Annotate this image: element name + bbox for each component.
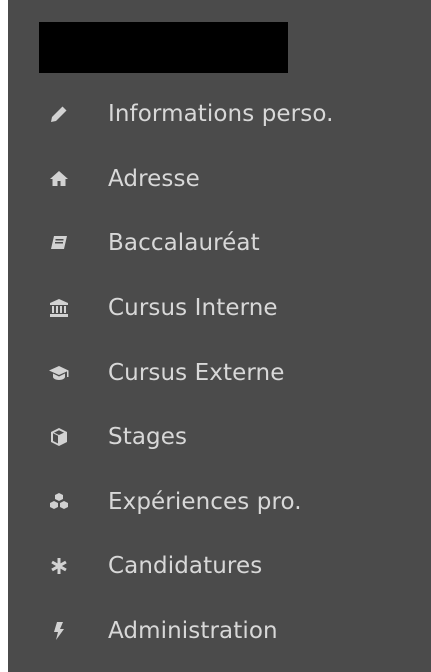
book-icon [44, 233, 74, 253]
sidebar-item-adresse[interactable]: Adresse [8, 147, 431, 212]
sidebar-item-cursus-externe[interactable]: Cursus Externe [8, 340, 431, 405]
bolt-icon [44, 621, 74, 641]
sidebar-item-candidatures[interactable]: Candidatures [8, 534, 431, 599]
home-icon [44, 169, 74, 189]
redacted-block [39, 22, 288, 73]
sidebar-item-baccalaureat[interactable]: Baccalauréat [8, 211, 431, 276]
sidebar-item-label: Cursus Externe [108, 359, 285, 386]
cubes-icon [44, 492, 74, 512]
sidebar-item-label: Baccalauréat [108, 230, 260, 257]
cube-icon [44, 427, 74, 447]
asterisk-icon [44, 556, 74, 576]
sidebar-item-label: Cursus Interne [108, 295, 278, 322]
sidebar-item-cursus-interne[interactable]: Cursus Interne [8, 276, 431, 341]
sidebar-item-informations-perso[interactable]: Informations perso. [8, 82, 431, 147]
sidebar-item-stages[interactable]: Stages [8, 405, 431, 470]
sidebar-item-label: Informations perso. [108, 101, 334, 128]
sidebar-item-label: Adresse [108, 165, 200, 192]
sidebar-item-administration[interactable]: Administration [8, 599, 431, 664]
graduation-cap-icon [44, 363, 74, 383]
pencil-icon [44, 104, 74, 124]
sidebar-item-experiences-pro[interactable]: Expériences pro. [8, 470, 431, 535]
sidebar-item-label: Candidatures [108, 553, 263, 580]
sidebar-item-label: Stages [108, 424, 188, 451]
institution-icon [44, 298, 74, 318]
sidebar-item-label: Expériences pro. [108, 488, 302, 515]
sidebar-menu: Informations perso. Adresse Baccalauréat… [8, 82, 431, 663]
sidebar: Informations perso. Adresse Baccalauréat… [8, 0, 431, 672]
sidebar-item-label: Administration [108, 618, 278, 645]
